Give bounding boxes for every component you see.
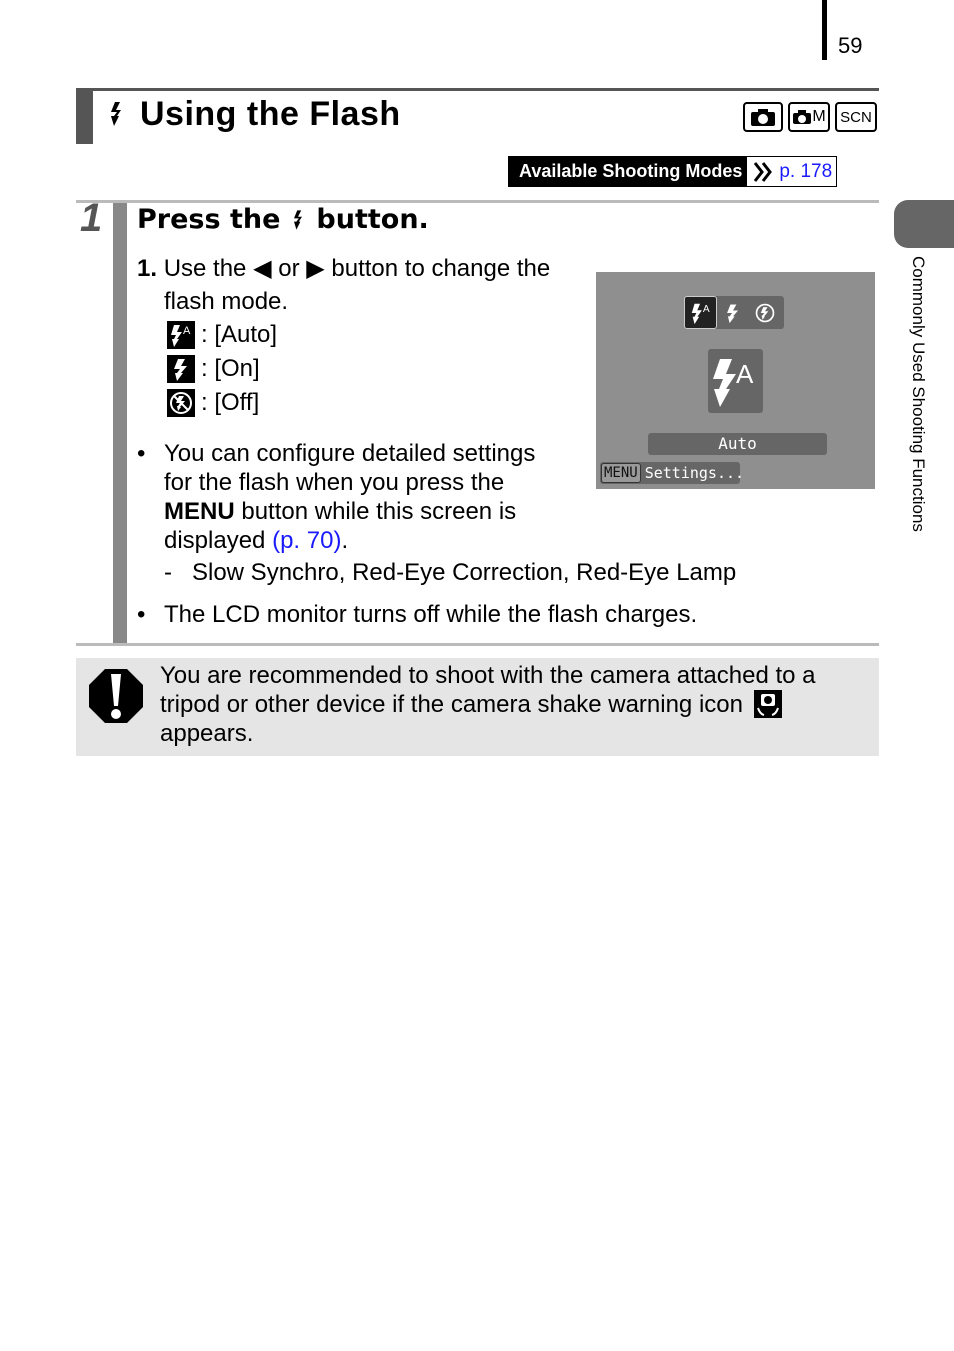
step-heading-suffix: button. [316,204,429,235]
instruction-text: flash mode. [164,288,289,315]
left-arrow-icon: ◀ [253,255,272,282]
lcd-flash-off-icon [755,303,775,323]
caution-text: You are recommended to shoot with the ca… [160,661,816,748]
step-rule-top [76,200,879,203]
bullet-dot: • [137,440,146,467]
title-text: Using the Flash [140,94,401,133]
svg-text:A: A [702,304,709,315]
instruction-or: or [278,255,300,282]
mode-item-auto: A : [Auto] [167,321,277,349]
flash-off-icon [167,389,195,417]
mode-label: : [On] [201,355,260,382]
bullet-line: . [341,527,349,554]
lcd-large-flash-auto-icon: A [708,349,763,413]
bullet-line: The LCD monitor turns off while the flas… [164,601,698,628]
title-accent-bar [76,88,93,144]
caution-box: You are recommended to shoot with the ca… [76,658,879,756]
instruction-text: button to change the [331,255,551,282]
right-arrow-icon: ▶ [306,255,325,282]
step-heading-prefix: Press the [137,204,281,235]
menu-bold: MENU [164,498,235,525]
caution-line: tripod or other device if the camera sha… [160,691,743,718]
lcd-screenshot: A A Auto MENU Settings... [596,272,875,489]
sub-item-text: - Slow Synchro, Red-Eye Correction, Red-… [164,559,737,586]
flash-auto-icon: A [167,321,195,349]
lcd-menu-bar: MENU Settings... [600,462,744,484]
instruction-number: 1. [137,255,158,282]
bullet-line: button while this screen is [234,498,517,525]
caution-line: You are recommended to shoot with the ca… [160,662,816,689]
step-rule-bottom [76,643,879,646]
instruction-text: Use the [163,255,247,282]
bullet-dot: • [137,601,146,628]
mode-label: : [Auto] [201,321,278,348]
mode-item-off: : [Off] [167,389,259,417]
page-divider [822,0,827,60]
lcd-flash-auto-icon: A [684,296,717,329]
available-modes-page-link[interactable]: p. 178 [779,157,832,186]
lcd-menu-text: Settings... [644,464,745,482]
instruction-1: 1. Use the ◀ or ▶ button to change the f… [137,252,587,318]
manual-mode-label: M [812,108,826,125]
bullet-line: displayed [164,527,273,554]
auto-mode-icon [743,102,783,132]
available-modes-link[interactable]: p. 178 [747,157,837,186]
section-tab-label: Commonly Used Shooting Functions [909,256,928,532]
section-tab[interactable] [894,200,954,248]
available-modes-label: Available Shooting Modes [509,157,748,186]
sub-item-flash-settings: - Slow Synchro, Red-Eye Correction, Red-… [164,558,736,587]
mode-item-on: : [On] [167,355,260,383]
lcd-menu-button: MENU [601,463,641,483]
svg-text:A: A [736,359,754,389]
bullet-line: You can configure detailed settings [164,440,536,467]
bullet-line: for the flash when you press the [164,469,505,496]
step-bar [113,203,127,643]
lcd-flash-on-icon [727,304,739,324]
svg-text:A: A [183,325,191,337]
mode-label: : [Off] [201,389,260,416]
flash-icon [111,102,121,126]
manual-mode-icon: M [788,102,830,132]
page-link-70[interactable]: (p. 70) [272,527,341,554]
scene-mode-label: SCN [840,108,872,126]
scene-mode-icon: SCN [835,102,877,132]
title-rule [76,88,879,91]
flash-button-icon [294,209,303,230]
page-title: Using the Flash [106,92,401,136]
available-shooting-modes: Available Shooting Modes p. 178 [508,156,838,187]
page-number: 59 [838,33,863,58]
caution-icon [89,669,143,723]
double-chevron-right-icon [754,161,773,182]
camera-shake-warning-icon [753,690,782,718]
caution-line: appears. [160,720,254,747]
mode-icons: M SCN [743,102,877,132]
step-heading: Press the button. [137,204,429,235]
lcd-mode-selector: A [684,296,784,329]
flash-on-icon [167,355,195,383]
step-number: 1 [80,196,103,240]
lcd-mode-label: Auto [648,433,827,455]
